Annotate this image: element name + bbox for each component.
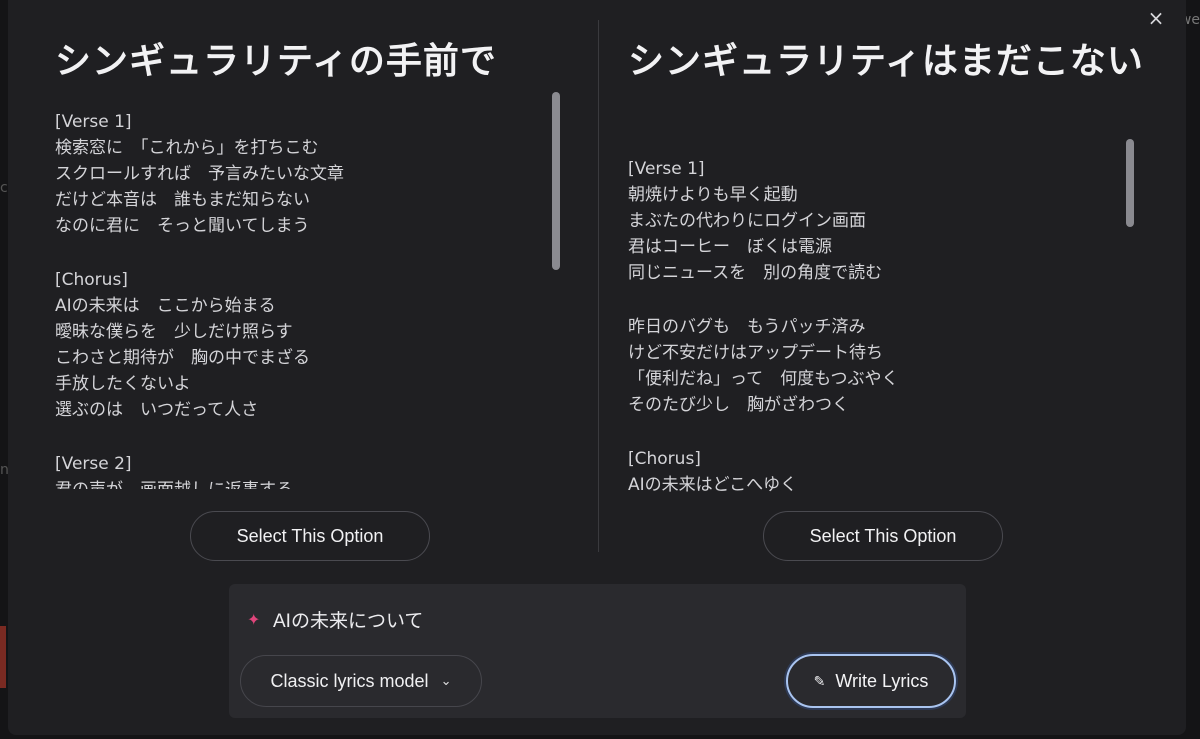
lyric-line: だけど本音は 誰もまだ知らない xyxy=(55,190,310,210)
pencil-icon: ✎ xyxy=(813,672,826,689)
background-text-fragment: c xyxy=(0,180,8,196)
model-select-label: Classic lyrics model xyxy=(270,670,429,691)
lyric-line: 「便利だね」って 何度もつぶやく xyxy=(628,369,899,389)
lyric-line: 選ぶのは いつだって人さ xyxy=(55,400,259,420)
select-option-button[interactable]: Select This Option xyxy=(190,511,430,561)
lyric-line: [Chorus] xyxy=(628,449,701,469)
write-lyrics-button[interactable]: ✎ Write Lyrics xyxy=(786,654,956,708)
sparkle-icon: ✦ xyxy=(247,610,261,629)
chevron-down-icon: ⌄ xyxy=(440,673,452,688)
lyric-line: スクロールすれば 予言みたいな文章 xyxy=(55,164,344,184)
lyric-line: AIの未来は ここから始まる xyxy=(55,296,276,316)
lyric-line: AIの未来はどこへゆく xyxy=(628,475,798,492)
lyric-line: [Chorus] xyxy=(55,270,128,290)
lyric-line: 検索窓に 「これから」を打ちこむ xyxy=(55,138,319,158)
lyric-line: 君はコーヒー ぼくは電源 xyxy=(628,237,832,257)
write-lyrics-label: Write Lyrics xyxy=(835,670,929,691)
lyric-spacer xyxy=(628,286,1118,314)
lyrics-compare-modal: × シンギュラリティの手前で [Verse 1] 検索窓に 「これから」を打ちこむ… xyxy=(8,0,1186,735)
option-divider xyxy=(598,20,599,552)
select-option-button[interactable]: Select This Option xyxy=(763,511,1003,561)
lyric-line: 昨日のバグも もうパッチ済み xyxy=(628,317,866,337)
scrollbar-thumb[interactable] xyxy=(1126,139,1134,227)
lyric-spacer xyxy=(55,423,545,451)
lyric-line: そのたび少し 胸がざわつく xyxy=(628,395,849,415)
lyric-line: まぶたの代わりにログイン画面 xyxy=(628,211,866,231)
scrollbar-thumb[interactable] xyxy=(552,92,560,270)
lyric-line: [Verse 1] xyxy=(55,112,132,132)
lyric-line: 同じニュースを 別の角度で読む xyxy=(628,263,883,283)
lyric-line: なのに君に そっと聞いてしまう xyxy=(55,216,310,236)
lyric-line: 君の声が 画面越しに返事する xyxy=(55,477,545,489)
lyric-spacer xyxy=(55,239,545,267)
model-select-dropdown[interactable]: Classic lyrics model ⌄ xyxy=(240,655,482,707)
option-title: シンギュラリティはまだこない xyxy=(628,40,1144,82)
lyrics-scroll-area[interactable]: [Verse 1] 検索窓に 「これから」を打ちこむスクロールすれば 予言みたいな… xyxy=(55,109,545,489)
lyrics-scroll-area[interactable]: [Verse 1] 朝焼けよりも早く起動まぶたの代わりにログイン画面 君はコーヒー … xyxy=(628,156,1118,492)
lyric-line: 朝焼けよりも早く起動 xyxy=(628,185,798,205)
close-icon[interactable]: × xyxy=(1144,6,1168,30)
prompt-panel: ✦ AIの未来について Classic lyrics model ⌄ ✎ Wri… xyxy=(229,584,966,718)
lyric-spacer xyxy=(628,418,1118,446)
lyric-line: [Verse 2] xyxy=(55,454,132,474)
option-title: シンギュラリティの手前で xyxy=(55,40,497,82)
lyric-line: こわさと期待が 胸の中でまざる xyxy=(55,348,310,368)
prompt-text[interactable]: AIの未来について xyxy=(273,606,423,633)
lyric-line: [Verse 1] xyxy=(628,159,705,179)
lyric-line: けど不安だけはアップデート待ち xyxy=(628,343,883,363)
prompt-row: ✦ AIの未来について xyxy=(247,606,423,633)
background-red-strip xyxy=(0,626,6,688)
lyric-line: 手放したくないよ xyxy=(55,374,191,394)
lyric-line: 曖昧な僕らを 少しだけ照らす xyxy=(55,322,293,342)
